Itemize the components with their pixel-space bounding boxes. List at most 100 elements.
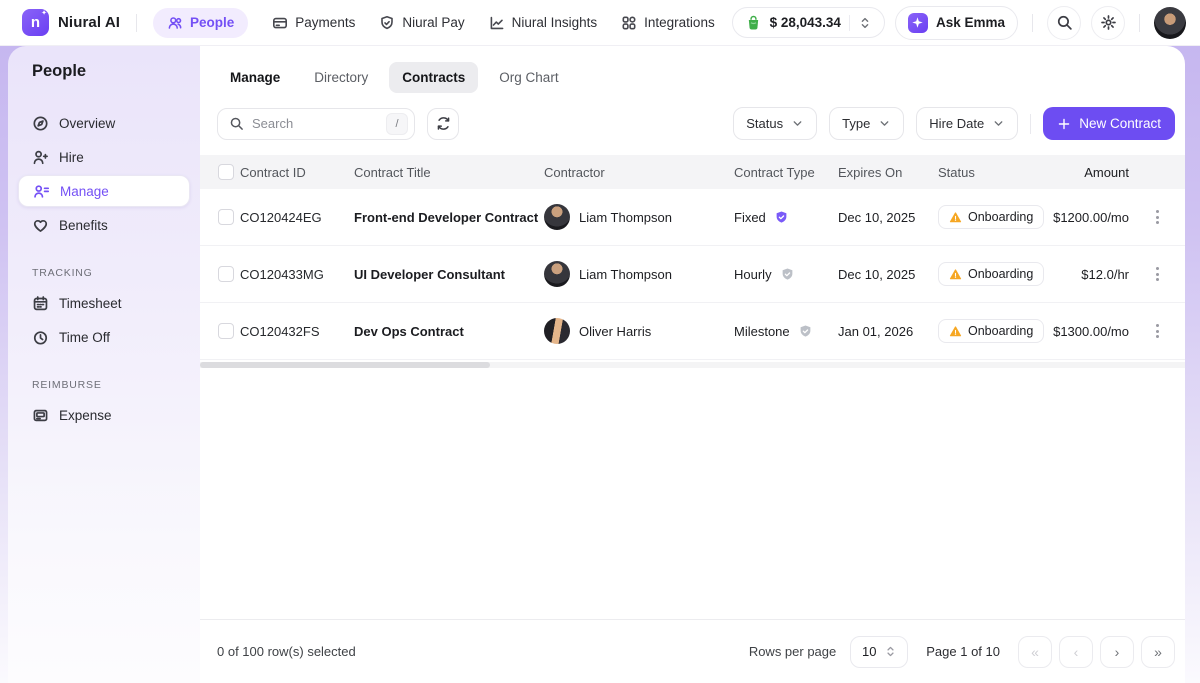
row-checkbox[interactable]	[218, 209, 234, 225]
rows-per-page-select[interactable]: 10	[850, 636, 908, 668]
person-list-icon	[33, 183, 50, 200]
horizontal-scrollbar[interactable]	[200, 362, 1185, 368]
sidebar-item-label: Overview	[59, 116, 115, 131]
table-row[interactable]: CO120424EG Front-end Developer Contract …	[200, 189, 1185, 246]
contract-title: Front-end Developer Contract	[354, 210, 544, 225]
filter-hire-date[interactable]: Hire Date	[916, 107, 1018, 140]
table-header-row: Contract ID Contract Title Contractor Co…	[200, 155, 1185, 189]
tab-bar: Manage Directory Contracts Org Chart	[200, 46, 1185, 93]
sidebar-section-tracking: TRACKING	[32, 267, 200, 279]
contract-title: Dev Ops Contract	[354, 324, 544, 339]
row-menu-button[interactable]	[1156, 267, 1159, 281]
app-window: People Overview Hire Manage Benefits	[8, 46, 1185, 683]
plus-icon	[1057, 117, 1071, 131]
stepper-icon[interactable]	[858, 16, 872, 30]
person-plus-icon	[32, 149, 49, 166]
search-box[interactable]: /	[217, 108, 415, 140]
divider	[1030, 114, 1031, 134]
row-menu-button[interactable]	[1156, 324, 1159, 338]
previous-page-button[interactable]: ‹	[1059, 636, 1093, 668]
scrollbar-thumb[interactable]	[200, 362, 490, 368]
sidebar-item-expense[interactable]: Expense	[18, 399, 190, 431]
calendar-icon	[32, 295, 49, 312]
integrations-icon	[621, 15, 637, 31]
expense-icon	[32, 407, 49, 424]
nav-item-payments[interactable]: Payments	[272, 15, 355, 31]
shield-badge-icon	[798, 324, 813, 339]
column-header-contract-title: Contract Title	[354, 165, 544, 180]
shield-badge-icon	[780, 267, 795, 282]
filter-label: Hire Date	[929, 116, 984, 131]
search-input[interactable]	[252, 116, 378, 131]
expires-on: Jan 01, 2026	[838, 324, 938, 339]
sidebar-item-label: Expense	[59, 408, 112, 423]
chevron-down-icon	[992, 117, 1005, 130]
niural-logo-icon[interactable]: n ✦	[22, 9, 49, 36]
nav-item-integrations[interactable]: Integrations	[621, 15, 715, 31]
sidebar-title: People	[8, 62, 200, 81]
balance-pill[interactable]: $ 28,043.34	[732, 7, 885, 38]
contracts-table: Contract ID Contract Title Contractor Co…	[200, 155, 1185, 360]
column-header-contract-type: Contract Type	[734, 165, 838, 180]
chevron-down-icon	[791, 117, 804, 130]
column-header-expires-on: Expires On	[838, 165, 938, 180]
filter-status[interactable]: Status	[733, 107, 817, 140]
status-badge: Onboarding	[938, 262, 1044, 286]
card-icon	[272, 15, 288, 31]
balance-amount: $ 28,043.34	[770, 15, 841, 30]
refresh-icon	[436, 116, 451, 131]
clock-icon	[32, 329, 49, 346]
contract-id: CO120424EG	[240, 210, 354, 225]
column-header-contractor: Contractor	[544, 165, 734, 180]
nav-item-niural-pay[interactable]: Niural Pay	[379, 15, 464, 31]
shield-badge-icon	[774, 210, 789, 225]
next-page-button[interactable]: ›	[1100, 636, 1134, 668]
sidebar-item-label: Manage	[60, 184, 109, 199]
tab-contracts[interactable]: Contracts	[389, 62, 478, 93]
search-shortcut-badge: /	[386, 113, 408, 135]
table-row[interactable]: CO120432FS Dev Ops Contract Oliver Harri…	[200, 303, 1185, 360]
sidebar-item-timesheet[interactable]: Timesheet	[18, 287, 190, 319]
sidebar-item-manage[interactable]: Manage	[18, 175, 190, 207]
nav-item-people[interactable]: People	[153, 8, 248, 38]
sidebar-item-time-off[interactable]: Time Off	[18, 321, 190, 353]
nav-item-niural-insights[interactable]: Niural Insights	[489, 15, 598, 31]
nav-label: Niural Pay	[402, 15, 464, 30]
last-page-button[interactable]: »	[1141, 636, 1175, 668]
page-indicator: Page 1 of 10	[926, 644, 1000, 659]
refresh-button[interactable]	[427, 108, 459, 140]
tab-manage[interactable]: Manage	[217, 62, 293, 93]
table-row[interactable]: CO120433MG UI Developer Consultant Liam …	[200, 246, 1185, 303]
search-button[interactable]	[1047, 6, 1081, 40]
sidebar: People Overview Hire Manage Benefits	[8, 46, 200, 683]
new-contract-button[interactable]: New Contract	[1043, 107, 1175, 140]
brand: n ✦ Niural AI	[22, 9, 120, 36]
primary-nav: People Payments Niural Pay Niural Insigh…	[153, 8, 715, 38]
filter-type[interactable]: Type	[829, 107, 904, 140]
status-label: Onboarding	[968, 210, 1033, 224]
tab-directory[interactable]: Directory	[301, 62, 381, 93]
sidebar-item-hire[interactable]: Hire	[18, 141, 190, 173]
tab-org-chart[interactable]: Org Chart	[486, 62, 571, 93]
settings-button[interactable]	[1091, 6, 1125, 40]
ask-emma-button[interactable]: Ask Emma	[895, 6, 1018, 40]
amount: $12.0/hr	[1050, 267, 1129, 282]
logo-letter: n	[31, 14, 40, 31]
rows-per-page-value: 10	[862, 644, 876, 659]
first-page-button[interactable]: «	[1018, 636, 1052, 668]
sidebar-item-benefits[interactable]: Benefits	[18, 209, 190, 241]
select-all-checkbox[interactable]	[218, 164, 234, 180]
topbar-right: $ 28,043.34 Ask Emma	[732, 6, 1186, 40]
warning-icon	[949, 268, 962, 281]
row-menu-button[interactable]	[1156, 210, 1159, 224]
sidebar-item-label: Timesheet	[59, 296, 122, 311]
pagination-buttons: « ‹ › »	[1018, 636, 1175, 668]
row-checkbox[interactable]	[218, 266, 234, 282]
sidebar-item-overview[interactable]: Overview	[18, 107, 190, 139]
contractor-avatar	[544, 261, 570, 287]
contract-type-cell: Fixed	[734, 210, 838, 225]
contract-type: Fixed	[734, 210, 766, 225]
user-avatar[interactable]	[1154, 7, 1186, 39]
contract-id: CO120433MG	[240, 267, 354, 282]
row-checkbox[interactable]	[218, 323, 234, 339]
